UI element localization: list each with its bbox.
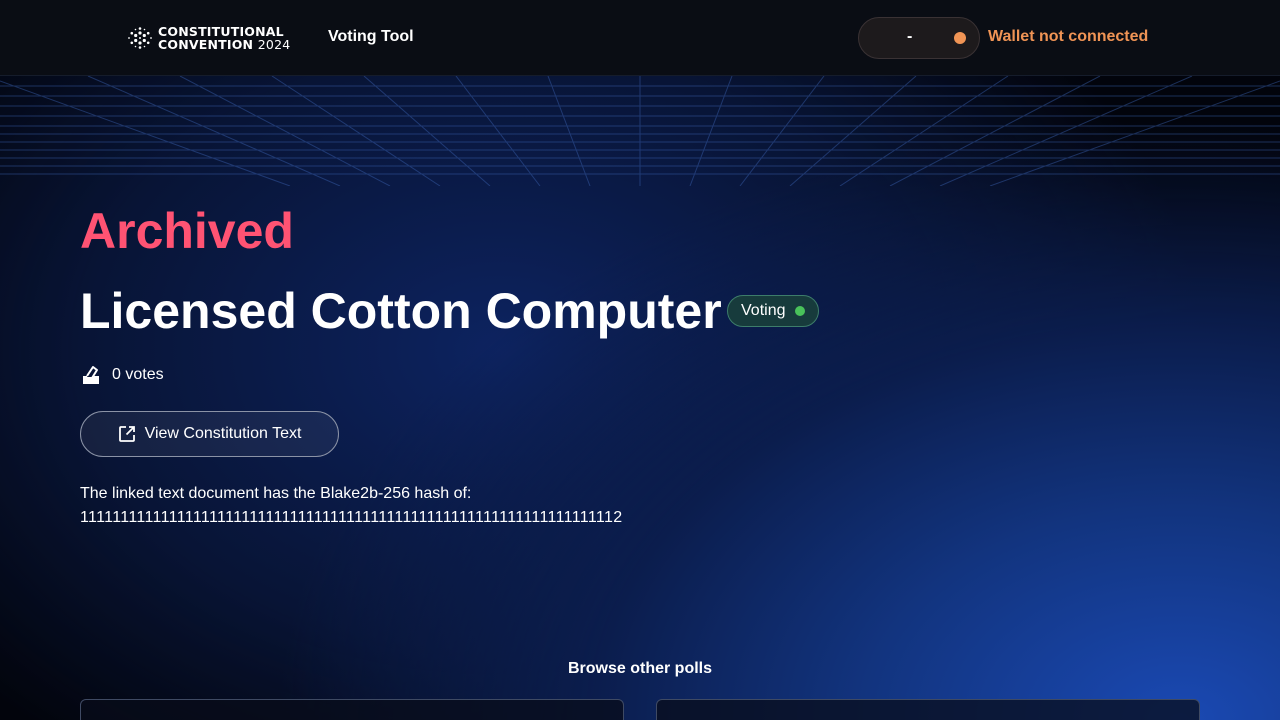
vote-count-text: 0 votes (112, 366, 164, 383)
poll-card[interactable] (656, 699, 1200, 720)
cardano-logo-icon (128, 27, 152, 49)
status-badge: Voting (727, 295, 820, 327)
view-constitution-label: View Constitution Text (144, 425, 302, 442)
hash-value: 1111111111111111111111111111111111111111… (80, 509, 623, 526)
browse-polls-heading: Browse other polls (567, 660, 713, 677)
external-link-icon (118, 426, 135, 442)
vote-count: 0 votes (80, 364, 164, 386)
wallet-connect-button[interactable]: - (858, 17, 980, 59)
nav-voting-tool-link[interactable]: Voting Tool (328, 28, 414, 46)
hash-intro-text: The linked text document has the Blake2b… (80, 485, 472, 502)
ballot-box-icon (83, 366, 99, 384)
hash-info: The linked text document has the Blake2b… (80, 482, 700, 530)
convention-logo[interactable]: CONSTITUTIONAL CONVENTION 2024 (128, 24, 290, 52)
logo-line-2: CONVENTION 2024 (158, 38, 290, 51)
logo-wordmark: CONSTITUTIONAL CONVENTION 2024 (158, 25, 290, 51)
status-dot (795, 306, 806, 316)
status-badge-label: Voting (741, 302, 786, 319)
view-constitution-text-button[interactable]: View Constitution Text (80, 411, 339, 457)
wallet-balance-value: - (907, 28, 913, 45)
top-header: CONSTITUTIONAL CONVENTION 2024 Voting To… (0, 0, 1280, 76)
background-grid-decoration (0, 76, 1280, 186)
poll-title: Licensed Cotton Computer (80, 283, 722, 339)
wallet-status-text: Wallet not connected (988, 28, 1149, 45)
poll-card[interactable] (80, 699, 624, 720)
logo-word: CONVENTION (158, 37, 254, 52)
poll-state-heading: Archived (80, 203, 294, 259)
logo-year: 2024 (257, 37, 291, 52)
wallet-status-dot (954, 32, 966, 44)
